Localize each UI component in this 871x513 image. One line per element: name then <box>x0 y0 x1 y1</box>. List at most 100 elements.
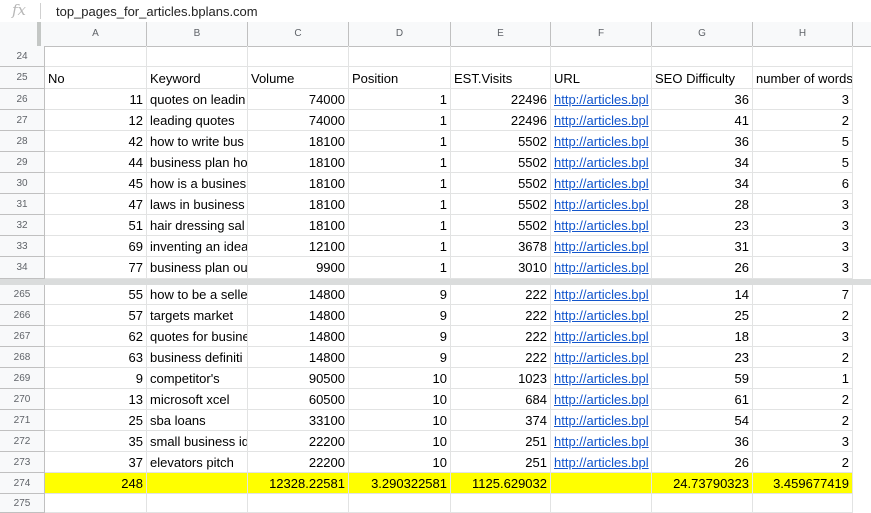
cell[interactable]: 36 <box>652 89 753 110</box>
cell[interactable]: 3 <box>753 236 853 257</box>
cell[interactable]: 23 <box>652 215 753 236</box>
cell[interactable]: 14800 <box>248 347 349 368</box>
url-link[interactable]: http://articles.bpl <box>551 368 652 389</box>
cell[interactable] <box>349 494 451 513</box>
cell[interactable] <box>349 46 451 67</box>
cell[interactable]: 6 <box>753 173 853 194</box>
cell[interactable]: 24.73790323 <box>652 473 753 494</box>
cell[interactable]: competitor's <box>147 368 248 389</box>
column-header-g[interactable]: G <box>652 22 753 46</box>
cell[interactable]: 10 <box>349 431 451 452</box>
cell[interactable]: microsoft xcel <box>147 389 248 410</box>
cell[interactable]: 1 <box>349 173 451 194</box>
cell[interactable]: 9 <box>349 326 451 347</box>
cell[interactable]: 222 <box>451 305 551 326</box>
cell[interactable]: 62 <box>45 326 147 347</box>
cell[interactable]: 60500 <box>248 389 349 410</box>
header-cell[interactable]: URL <box>551 67 652 89</box>
cell[interactable]: 3 <box>753 194 853 215</box>
header-cell[interactable]: number of words <box>753 67 853 89</box>
url-link[interactable]: http://articles.bpl <box>551 194 652 215</box>
cell[interactable]: 374 <box>451 410 551 431</box>
cell[interactable]: 51 <box>45 215 147 236</box>
cell[interactable]: 5502 <box>451 173 551 194</box>
cell[interactable]: 74000 <box>248 89 349 110</box>
cell[interactable]: 55 <box>45 285 147 305</box>
row-number[interactable]: 271 <box>0 410 45 431</box>
row-number[interactable]: 33 <box>0 236 45 257</box>
cell[interactable] <box>451 494 551 513</box>
row-number[interactable]: 32 <box>0 215 45 236</box>
cell[interactable]: 59 <box>652 368 753 389</box>
cell[interactable]: 3.290322581 <box>349 473 451 494</box>
cell[interactable]: 1 <box>753 368 853 389</box>
column-header-b[interactable]: B <box>147 22 248 46</box>
cell[interactable]: 12328.22581 <box>248 473 349 494</box>
cell[interactable]: 3 <box>753 215 853 236</box>
cell[interactable]: 3010 <box>451 257 551 279</box>
cell[interactable]: 248 <box>45 473 147 494</box>
cell[interactable]: how to write bus <box>147 131 248 152</box>
cell[interactable]: leading quotes <box>147 110 248 131</box>
row-number[interactable]: 26 <box>0 89 45 110</box>
url-link[interactable]: http://articles.bpl <box>551 347 652 368</box>
cell[interactable]: 23 <box>652 347 753 368</box>
cell[interactable]: 2 <box>753 347 853 368</box>
cell[interactable]: elevators pitch <box>147 452 248 473</box>
row-number[interactable]: 25 <box>0 67 45 89</box>
cell[interactable]: 22200 <box>248 431 349 452</box>
cell[interactable]: 222 <box>451 285 551 305</box>
cell[interactable]: 37 <box>45 452 147 473</box>
row-number[interactable]: 268 <box>0 347 45 368</box>
cell[interactable] <box>551 46 652 67</box>
url-link[interactable]: http://articles.bpl <box>551 285 652 305</box>
cell[interactable]: 36 <box>652 131 753 152</box>
cell[interactable]: 35 <box>45 431 147 452</box>
cell[interactable]: targets market <box>147 305 248 326</box>
cell[interactable]: 14800 <box>248 305 349 326</box>
cell[interactable]: 251 <box>451 431 551 452</box>
cell[interactable]: 3 <box>753 257 853 279</box>
cell[interactable]: 11 <box>45 89 147 110</box>
cell[interactable] <box>652 494 753 513</box>
cell[interactable]: 47 <box>45 194 147 215</box>
cell[interactable]: 28 <box>652 194 753 215</box>
cell[interactable]: 5502 <box>451 152 551 173</box>
column-header-a[interactable]: A <box>45 22 147 46</box>
cell[interactable]: 222 <box>451 347 551 368</box>
cell[interactable]: business plan ou <box>147 257 248 279</box>
cell[interactable]: 9 <box>349 347 451 368</box>
row-number[interactable]: 265 <box>0 285 45 305</box>
row-number[interactable]: 29 <box>0 152 45 173</box>
url-link[interactable]: http://articles.bpl <box>551 431 652 452</box>
select-all-corner[interactable] <box>0 22 41 46</box>
cell[interactable]: 10 <box>349 368 451 389</box>
cell[interactable]: 18100 <box>248 152 349 173</box>
cell[interactable] <box>248 46 349 67</box>
url-link[interactable]: http://articles.bpl <box>551 131 652 152</box>
url-link[interactable]: http://articles.bpl <box>551 89 652 110</box>
header-cell[interactable]: Volume <box>248 67 349 89</box>
cell[interactable]: 74000 <box>248 110 349 131</box>
header-cell[interactable]: No <box>45 67 147 89</box>
cell[interactable]: 22200 <box>248 452 349 473</box>
cell[interactable]: 61 <box>652 389 753 410</box>
cell[interactable]: 34 <box>652 173 753 194</box>
column-header-d[interactable]: D <box>349 22 451 46</box>
cell[interactable]: 7 <box>753 285 853 305</box>
cell[interactable]: 1 <box>349 194 451 215</box>
cell[interactable]: 45 <box>45 173 147 194</box>
cell[interactable]: 684 <box>451 389 551 410</box>
cell[interactable]: 5 <box>753 131 853 152</box>
cell[interactable]: 2 <box>753 305 853 326</box>
row-number[interactable]: 273 <box>0 452 45 473</box>
cell[interactable]: 18100 <box>248 173 349 194</box>
row-number[interactable]: 269 <box>0 368 45 389</box>
cell[interactable]: business plan ho <box>147 152 248 173</box>
cell[interactable]: 5502 <box>451 194 551 215</box>
cell[interactable]: 1 <box>349 236 451 257</box>
column-header-f[interactable]: F <box>551 22 652 46</box>
cell[interactable]: 9 <box>349 285 451 305</box>
cell[interactable] <box>551 473 652 494</box>
cell[interactable]: hair dressing sal <box>147 215 248 236</box>
